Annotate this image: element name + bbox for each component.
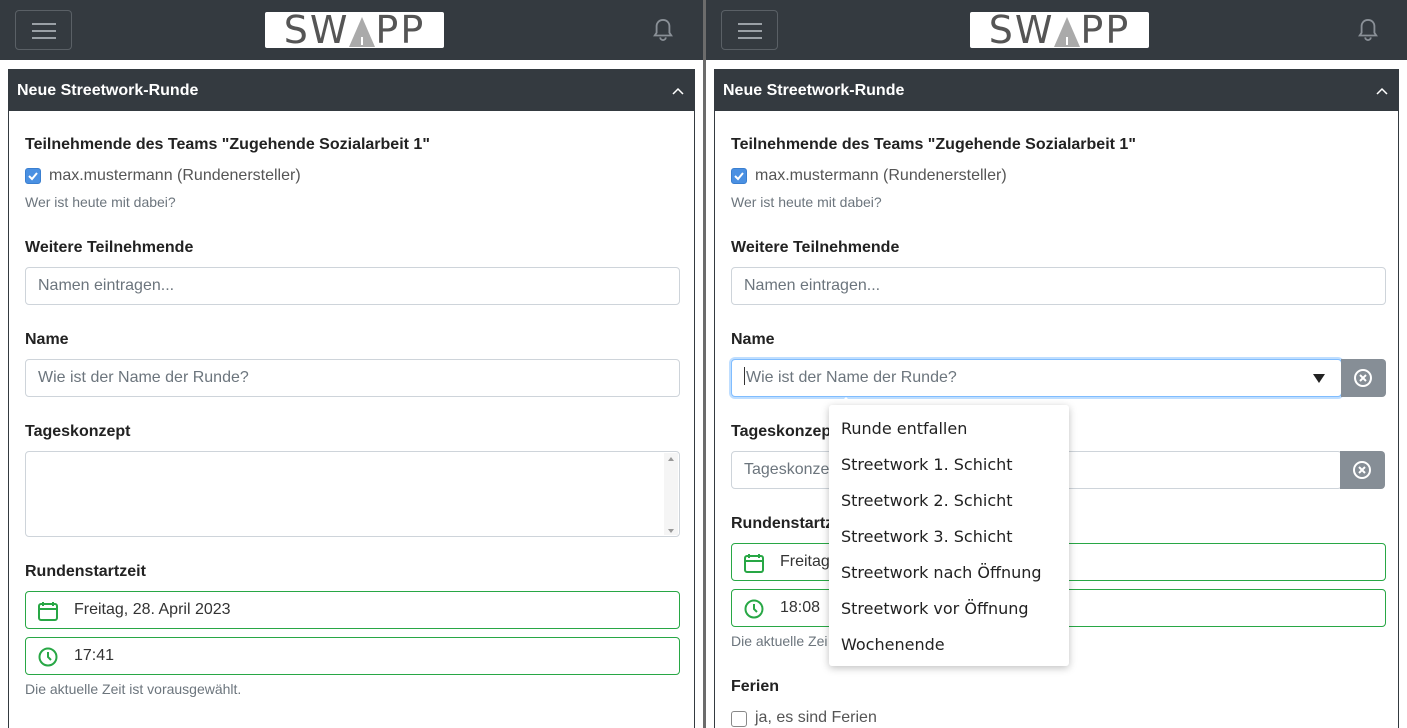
dropdown-caret-icon[interactable] <box>1313 374 1325 383</box>
bell-icon[interactable] <box>652 17 674 43</box>
more-participants-input[interactable]: Namen eintragen... <box>731 267 1386 305</box>
dropdown-pointer <box>838 397 854 405</box>
participant-label: max.mustermann (Rundenersteller) <box>755 167 1007 184</box>
time-help: Die aktuelle Zeit ist vorausgewählt. <box>25 681 242 697</box>
swapp-logo: SW PP <box>265 12 444 48</box>
textarea-scrollbar[interactable] <box>664 453 678 535</box>
clear-circle-icon <box>1353 461 1371 479</box>
text-cursor <box>744 367 745 385</box>
time-input[interactable]: 17:41 <box>25 637 680 675</box>
holiday-checkbox[interactable] <box>731 711 747 727</box>
calendar-icon <box>744 554 764 573</box>
bell-icon[interactable] <box>1357 17 1379 43</box>
name-placeholder: Wie ist der Name der Runde? <box>746 369 957 386</box>
clock-icon <box>744 599 764 619</box>
date-value: Freitag <box>780 553 830 570</box>
date-value: Freitag, 28. April 2023 <box>74 601 231 618</box>
concept-label: Tageskonzept <box>25 423 131 440</box>
time-value: 18:08 <box>780 599 821 616</box>
name-combobox-input[interactable]: Wie ist der Name der Runde? <box>731 359 1342 397</box>
name-label: Name <box>25 331 69 348</box>
check-icon <box>28 172 38 181</box>
card-title: Neue Streetwork-Runde <box>723 82 905 99</box>
participant-help: Wer ist heute mit dabei? <box>25 194 176 210</box>
card-header[interactable]: Neue Streetwork-Runde <box>9 70 694 111</box>
top-navbar: SW PP <box>706 0 1407 60</box>
more-participants-label: Weitere Teilnehmende <box>25 239 194 256</box>
participant-label: max.mustermann (Rundenersteller) <box>49 167 301 184</box>
start-time-label: Rundenstartz <box>731 515 834 532</box>
top-navbar: SW PP <box>0 0 703 60</box>
date-input[interactable]: Freitag, 28. April 2023 <box>25 591 680 629</box>
dropdown-option[interactable]: Streetwork 1. Schicht <box>841 455 1013 474</box>
clear-circle-icon <box>1354 369 1372 387</box>
time-help: Die aktuelle Zei <box>731 633 828 649</box>
more-participants-label: Weitere Teilnehmende <box>731 239 900 256</box>
new-round-card: Neue Streetwork-Runde Teilnehmende des T… <box>8 69 695 728</box>
team-participants-label: Teilnehmende des Teams "Zugehende Sozial… <box>731 136 1136 153</box>
chevron-up-icon[interactable] <box>1376 85 1388 97</box>
start-time-label: Rundenstartzeit <box>25 563 146 580</box>
hamburger-menu-button[interactable] <box>15 10 72 50</box>
left-pane: SW PP Neue Streetwork-Runde Teilnehmende … <box>0 0 703 728</box>
hamburger-menu-button[interactable] <box>721 10 778 50</box>
team-participants-label: Teilnehmende des Teams "Zugehende Sozial… <box>25 136 430 153</box>
participant-checkbox[interactable] <box>25 168 41 184</box>
time-value: 17:41 <box>74 647 115 664</box>
dropdown-option[interactable]: Streetwork 2. Schicht <box>841 491 1013 510</box>
clear-name-button[interactable] <box>1341 359 1386 397</box>
holiday-label: Ferien <box>731 678 780 695</box>
name-dropdown-menu: Runde entfallen Streetwork 1. Schicht St… <box>829 405 1069 666</box>
participant-help: Wer ist heute mit dabei? <box>731 194 882 210</box>
clock-icon <box>38 647 58 667</box>
more-participants-input[interactable]: Namen eintragen... <box>25 267 680 305</box>
card-title: Neue Streetwork-Runde <box>17 82 199 99</box>
dropdown-option[interactable]: Streetwork 3. Schicht <box>841 527 1013 546</box>
clear-concept-button[interactable] <box>1340 451 1385 489</box>
swapp-logo: SW PP <box>970 12 1149 48</box>
participant-checkbox[interactable] <box>731 168 747 184</box>
name-label: Name <box>731 331 775 348</box>
card-header[interactable]: Neue Streetwork-Runde <box>715 70 1398 111</box>
check-icon <box>734 172 744 181</box>
name-input[interactable]: Wie ist der Name der Runde? <box>25 359 680 397</box>
dropdown-option[interactable]: Streetwork nach Öffnung <box>841 563 1042 582</box>
dropdown-option[interactable]: Runde entfallen <box>841 419 967 438</box>
concept-label: Tageskonzep <box>731 423 832 440</box>
dropdown-option[interactable]: Wochenende <box>841 635 945 654</box>
calendar-icon <box>38 602 58 621</box>
dropdown-option[interactable]: Streetwork vor Öffnung <box>841 599 1029 618</box>
holiday-option-label: ja, es sind Ferien <box>755 709 877 726</box>
chevron-up-icon[interactable] <box>672 85 684 97</box>
concept-textarea[interactable] <box>25 451 680 537</box>
